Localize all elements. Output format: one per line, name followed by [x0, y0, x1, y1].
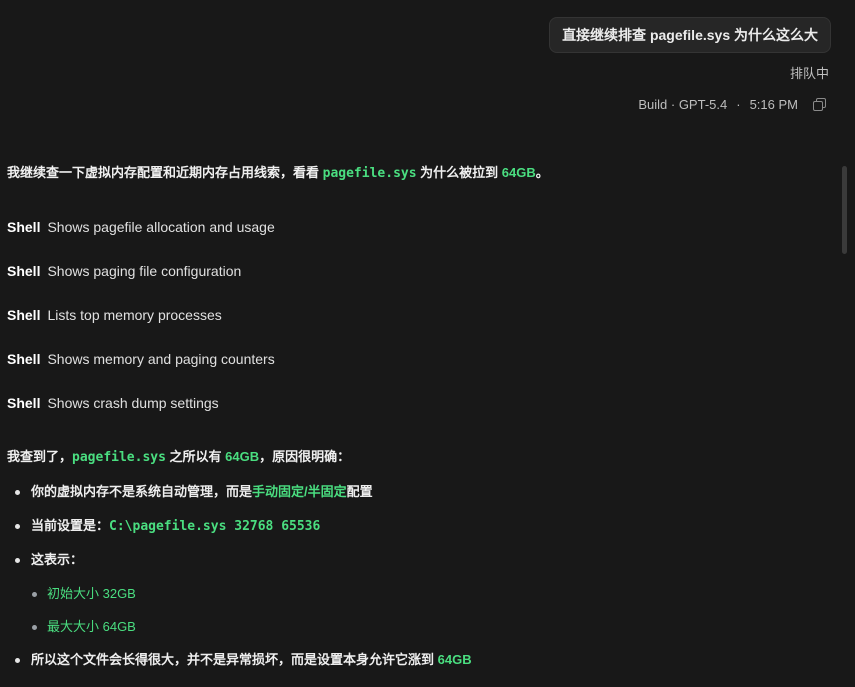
shell-call-row[interactable]: Shell Shows pagefile allocation and usag…	[7, 205, 835, 249]
shell-description: Shows pagefile allocation and usage	[47, 219, 275, 235]
intro-text-after: 。	[535, 165, 549, 180]
sub-list-item-text: 初始大小 32GB	[47, 586, 136, 601]
shell-call-row[interactable]: Shell Shows crash dump settings	[7, 381, 835, 425]
list-item-text: 这表示：	[31, 552, 84, 567]
message-meta: Build · GPT-5.4 · 5:16 PM	[638, 97, 826, 112]
intro-text-before: 我继续查一下虚拟内存配置和近期内存占用线索，看看	[7, 165, 323, 180]
intro-paragraph: 我继续查一下虚拟内存配置和近期内存占用线索，看看 pagefile.sys 为什…	[7, 160, 835, 187]
shell-description: Shows paging file configuration	[47, 263, 242, 279]
shell-label: Shell	[7, 263, 41, 279]
shell-label: Shell	[7, 307, 41, 323]
scrollbar[interactable]	[842, 166, 847, 254]
list-item-size: 64GB	[437, 652, 472, 667]
shell-description: Shows crash dump settings	[47, 395, 219, 411]
finding-text-after: ，原因很明确：	[259, 449, 351, 464]
shell-label: Shell	[7, 395, 41, 411]
list-item: 你的虚拟内存不是系统自动管理，而是手动固定/半固定配置	[7, 479, 835, 513]
finding-text-middle: 之所以有	[165, 449, 226, 464]
sub-list-item: 最大大小 64GB	[7, 614, 835, 647]
list-item: 当前设置是：C:\pagefile.sys 32768 65536	[7, 513, 835, 547]
list-item-text: 当前设置是：	[31, 518, 110, 533]
list-item: 这表示：	[7, 547, 835, 581]
findings-list: 你的虚拟内存不是系统自动管理，而是手动固定/半固定配置 当前设置是：C:\pag…	[7, 479, 835, 681]
list-item-inline-code: C:\pagefile.sys 32768 65536	[109, 519, 321, 534]
user-message-bubble: 直接继续排查 pagefile.sys 为什么这么大	[549, 17, 831, 53]
list-item-text: 你的虚拟内存不是系统自动管理，而是	[31, 484, 253, 499]
intro-size: 64GB	[501, 165, 536, 180]
chat-window: 直接继续排查 pagefile.sys 为什么这么大 排队中 Build · G…	[0, 0, 855, 687]
assistant-response: 我继续查一下虚拟内存配置和近期内存占用线索，看看 pagefile.sys 为什…	[7, 160, 835, 681]
queue-status: 排队中	[789, 66, 829, 81]
meta-separator: ·	[736, 97, 741, 112]
sub-list-item-text: 最大大小 64GB	[47, 619, 136, 634]
finding-text-before: 我查到了，	[7, 449, 73, 464]
intro-text-middle: 为什么被拉到	[416, 165, 502, 180]
user-message-text: 直接继续排查 pagefile.sys 为什么这么大	[562, 27, 818, 43]
shell-label: Shell	[7, 351, 41, 367]
finding-paragraph: 我查到了，pagefile.sys 之所以有 64GB，原因很明确：	[7, 444, 835, 471]
message-time: 5:16 PM	[749, 97, 798, 112]
shell-call-row[interactable]: Shell Lists top memory processes	[7, 293, 835, 337]
shell-call-row[interactable]: Shell Shows paging file configuration	[7, 249, 835, 293]
finding-size: 64GB	[225, 449, 260, 464]
shell-description: Lists top memory processes	[47, 307, 222, 323]
shell-call-row[interactable]: Shell Shows memory and paging counters	[7, 337, 835, 381]
shell-calls: Shell Shows pagefile allocation and usag…	[7, 205, 835, 425]
model-label: Build · GPT-5.4	[638, 97, 728, 112]
copy-icon[interactable]	[813, 98, 826, 111]
list-item-text: 所以这个文件会长得很大，并不是异常损坏，而是设置本身允许它涨到	[31, 652, 438, 667]
list-item: 所以这个文件会长得很大，并不是异常损坏，而是设置本身允许它涨到 64GB	[7, 647, 835, 681]
shell-label: Shell	[7, 219, 41, 235]
list-item-text: 配置	[346, 484, 373, 499]
intro-inline-code: pagefile.sys	[322, 166, 417, 181]
finding-inline-code: pagefile.sys	[72, 450, 166, 465]
shell-description: Shows memory and paging counters	[47, 351, 275, 367]
sub-list-item: 初始大小 32GB	[7, 581, 835, 614]
list-item-highlight: 手动固定/半固定	[252, 484, 347, 499]
